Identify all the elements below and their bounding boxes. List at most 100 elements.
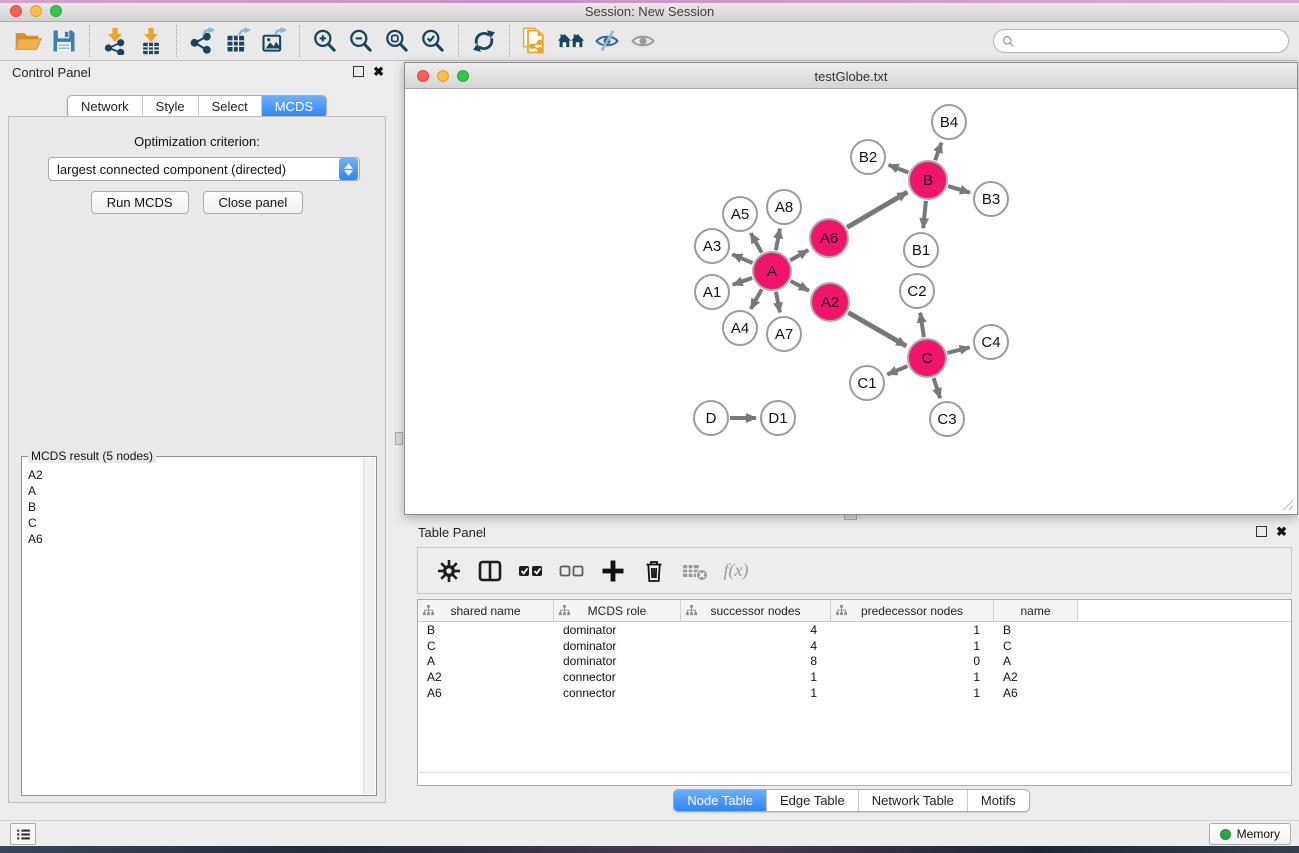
close-panel-icon[interactable]: ✖ [373, 66, 384, 77]
graph-node-A5[interactable]: A5 [722, 196, 758, 232]
task-history-button[interactable] [10, 823, 36, 845]
graph-edge-A6-B[interactable] [847, 192, 907, 227]
graph-edge-C-C4[interactable] [947, 347, 969, 353]
graph-edge-C-C3[interactable] [934, 378, 941, 398]
graph-edge-A-A2[interactable] [791, 281, 809, 291]
table-row[interactable]: A2connector11A2 [418, 669, 1291, 685]
delete-table-button[interactable] [680, 555, 710, 587]
search-input[interactable] [1019, 32, 1288, 50]
table-row[interactable]: Adominator80A [418, 653, 1291, 669]
table-cell[interactable]: A6 [418, 686, 554, 700]
table-cell[interactable]: A [994, 654, 1078, 668]
mcds-result-item[interactable]: C [28, 515, 360, 531]
table-cell[interactable]: A [418, 654, 554, 668]
column-header-name[interactable]: name [994, 600, 1078, 621]
close-panel-button[interactable]: Close panel [203, 191, 304, 214]
show-all-button[interactable] [625, 25, 661, 57]
graph-node-B3[interactable]: B3 [973, 181, 1009, 217]
tab-node-table[interactable]: Node Table [674, 790, 766, 811]
mcds-result-item[interactable]: A [28, 483, 360, 499]
zoom-out-button[interactable] [343, 25, 379, 57]
export-table-button[interactable] [220, 25, 256, 57]
table-row[interactable]: A6connector11A6 [418, 685, 1291, 701]
graph-edge-B-B3[interactable] [948, 186, 970, 193]
column-header-MCDS-role[interactable]: MCDS role [554, 600, 681, 621]
table-cell[interactable]: 1 [681, 686, 831, 700]
graph-edge-B-B4[interactable] [935, 143, 941, 161]
graph-node-B2[interactable]: B2 [850, 139, 886, 175]
tab-motifs[interactable]: Motifs [967, 790, 1029, 811]
table-cell[interactable]: 4 [681, 639, 831, 653]
graph-edge-A-A3[interactable] [732, 254, 752, 262]
graph-node-B1[interactable]: B1 [903, 232, 939, 268]
tab-mcds[interactable]: MCDS [261, 96, 326, 117]
import-network-button[interactable] [97, 25, 133, 57]
home-neighbors-button[interactable] [553, 25, 589, 57]
table-cell[interactable]: dominator [554, 654, 681, 668]
select-all-columns-button[interactable] [516, 555, 546, 587]
table-cell[interactable]: 4 [681, 623, 831, 637]
graph-edge-B-B1[interactable] [923, 201, 926, 228]
table-float-panel-icon[interactable] [1256, 526, 1267, 537]
graph-node-C3[interactable]: C3 [929, 401, 965, 437]
delete-column-button[interactable] [639, 555, 669, 587]
export-network-button[interactable] [184, 25, 220, 57]
table-cell[interactable]: A2 [418, 670, 554, 684]
search-box[interactable] [993, 29, 1289, 53]
table-cell[interactable]: dominator [554, 623, 681, 637]
table-cell[interactable]: B [994, 623, 1078, 637]
zoom-in-button[interactable] [307, 25, 343, 57]
refresh-button[interactable] [466, 25, 502, 57]
table-cell[interactable]: B [418, 623, 554, 637]
mcds-result-item[interactable]: A6 [28, 531, 360, 547]
graph-node-B4[interactable]: B4 [931, 104, 967, 140]
table-row[interactable]: Bdominator41B [418, 622, 1291, 638]
zoom-fit-button[interactable] [379, 25, 415, 57]
network-window-titlebar[interactable]: testGlobe.txt [405, 63, 1297, 89]
table-row[interactable]: Cdominator41C [418, 638, 1291, 654]
graph-node-A[interactable]: A [752, 251, 792, 291]
hide-selected-button[interactable] [589, 25, 625, 57]
mcds-result-list[interactable]: A2ABCA6 [28, 467, 360, 791]
table-cell[interactable]: connector [554, 686, 681, 700]
table-cell[interactable]: C [994, 639, 1078, 653]
graph-edge-A-A1[interactable] [733, 278, 752, 285]
add-column-button[interactable] [598, 555, 628, 587]
table-cell[interactable]: 0 [831, 654, 994, 668]
tab-select[interactable]: Select [198, 96, 261, 117]
memory-button[interactable]: Memory [1209, 823, 1291, 845]
graph-edge-A-A8[interactable] [776, 229, 780, 251]
graph-edge-C-C1[interactable] [887, 366, 907, 374]
graph-node-A6[interactable]: A6 [809, 218, 849, 258]
graph-node-C1[interactable]: C1 [849, 365, 885, 401]
graph-node-A8[interactable]: A8 [766, 189, 802, 225]
graph-node-A1[interactable]: A1 [694, 274, 730, 310]
result-list-scrollbar[interactable] [363, 458, 375, 794]
graph-edge-A2-C[interactable] [848, 312, 906, 346]
optimization-criterion-dropdown[interactable]: largest connected component (directed) [48, 157, 360, 181]
import-table-button[interactable] [133, 25, 169, 57]
table-cell[interactable]: 1 [681, 670, 831, 684]
mcds-result-item[interactable]: B [28, 499, 360, 515]
column-header-predecessor-nodes[interactable]: predecessor nodes [831, 600, 994, 621]
vertical-split-grip[interactable] [395, 432, 403, 445]
graph-node-C[interactable]: C [907, 338, 947, 378]
table-cell[interactable]: 1 [831, 623, 994, 637]
network-canvas[interactable]: B4B2BB3A8A5A6A3B1AC2A1A2A4A7C4CC1C3DD1 [406, 89, 1296, 513]
graph-node-D[interactable]: D [693, 400, 729, 436]
tab-edge-table[interactable]: Edge Table [766, 790, 858, 811]
float-panel-icon[interactable] [353, 66, 364, 77]
table-settings-button[interactable] [434, 555, 464, 587]
zoom-selected-button[interactable] [415, 25, 451, 57]
function-builder-button[interactable]: f(x) [721, 555, 751, 587]
graph-node-D1[interactable]: D1 [760, 400, 796, 436]
table-cell[interactable]: dominator [554, 639, 681, 653]
table-close-panel-icon[interactable]: ✖ [1276, 526, 1287, 537]
node-table[interactable]: shared nameMCDS rolesuccessor nodesprede… [417, 599, 1292, 786]
graph-edge-A-A6[interactable] [790, 250, 808, 260]
column-view-button[interactable] [475, 555, 505, 587]
tab-network-table[interactable]: Network Table [858, 790, 967, 811]
tab-style[interactable]: Style [142, 96, 198, 117]
save-session-button[interactable] [46, 25, 82, 57]
table-cell[interactable]: 1 [831, 670, 994, 684]
